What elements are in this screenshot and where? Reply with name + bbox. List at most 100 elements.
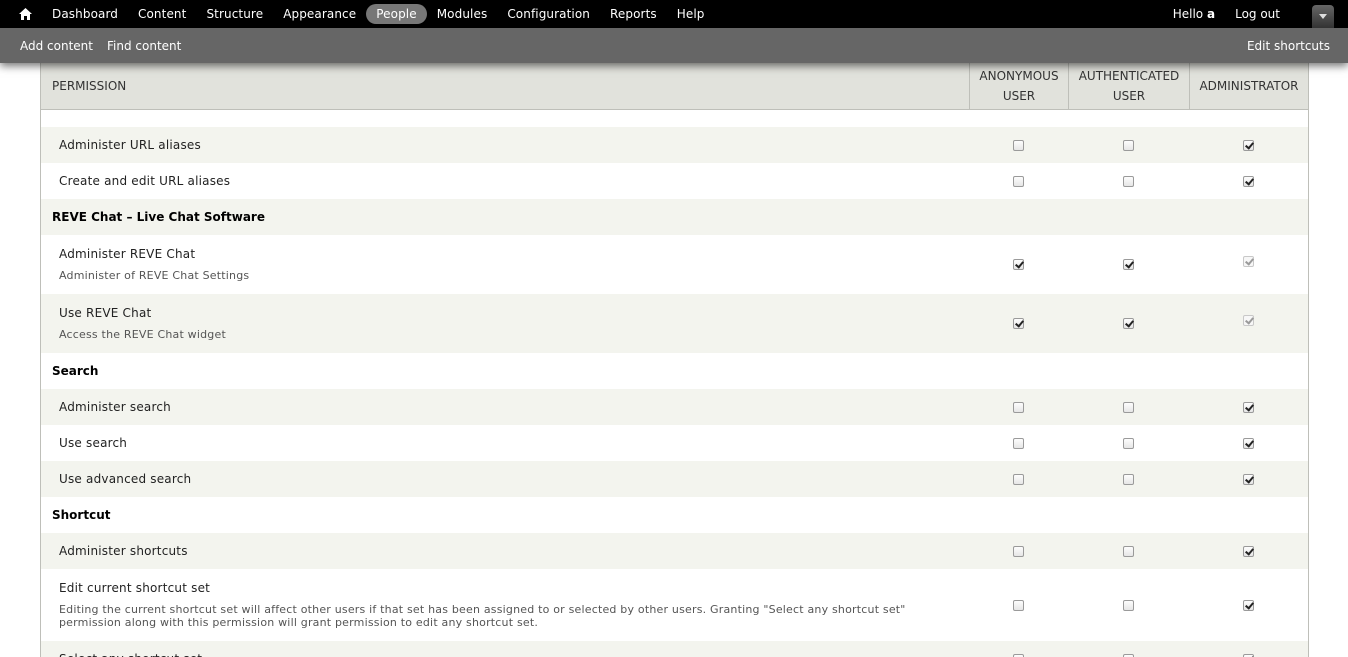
header-permission: PERMISSION (52, 79, 127, 93)
permission-cell: Use advanced search (41, 461, 969, 497)
authenticated-checkbox[interactable] (1123, 318, 1134, 329)
greeting-prefix: Hello (1172, 7, 1204, 21)
administrator-cell (1189, 235, 1308, 294)
shortcut-find-content[interactable]: Find content (100, 39, 188, 53)
header-anonymous-user: ANONYMOUS USER (969, 63, 1068, 109)
anonymous-checkbox[interactable] (1013, 259, 1024, 270)
permission-row: Administer REVE Chat Administer of REVE C… (41, 235, 1308, 294)
permission-title: Use search (59, 436, 128, 450)
administrator-checkbox[interactable] (1243, 653, 1254, 657)
permission-title: Administer shortcuts (59, 544, 188, 558)
permission-title: Use REVE Chat (59, 306, 152, 320)
shortcut-add-content[interactable]: Add content (13, 39, 100, 53)
permission-description: Administer of REVE Chat Settings (59, 269, 250, 282)
admin-toolbar: Dashboard Content Structure Appearance Peopl… (0, 0, 1348, 28)
administrator-checkbox (1243, 256, 1254, 267)
authenticated-cell (1068, 425, 1189, 461)
menu-appearance[interactable]: Appearance (273, 4, 366, 24)
permission-title: Administer search (59, 400, 171, 414)
toolbar-user-menu: Hello a Log out (1163, 0, 1312, 28)
permissions-table: PathAdminister URL aliasesCreate and edi… (40, 63, 1309, 657)
anonymous-cell (969, 461, 1068, 497)
module-row: Search (41, 353, 1308, 389)
administrator-checkbox[interactable] (1243, 545, 1254, 557)
administrator-checkbox[interactable] (1243, 473, 1254, 485)
edit-shortcuts-link[interactable]: Edit shortcuts (1247, 39, 1330, 53)
authenticated-checkbox[interactable] (1123, 437, 1134, 449)
chevron-down-icon (1319, 13, 1327, 19)
permission-row: Use REVE Chat Access the REVE Chat widget (41, 294, 1308, 353)
anonymous-cell (969, 533, 1068, 569)
anonymous-cell (969, 425, 1068, 461)
administrator-checkbox[interactable] (1243, 599, 1254, 611)
anonymous-checkbox[interactable] (1013, 401, 1024, 413)
authenticated-checkbox[interactable] (1123, 545, 1134, 557)
anonymous-checkbox[interactable] (1013, 473, 1024, 485)
permission-title: Select any shortcut set (59, 652, 969, 657)
permission-cell: Administer search (41, 389, 969, 425)
permission-description: Editing the current shortcut set will af… (59, 603, 906, 629)
authenticated-checkbox[interactable] (1123, 653, 1134, 657)
permission-cell: Administer REVE Chat Administer of REVE C… (41, 235, 969, 294)
module-name: Shortcut (52, 508, 111, 522)
module-row: Shortcut (41, 497, 1308, 533)
header-authenticated-user-label: AUTHENTICATED USER (1078, 69, 1180, 103)
anonymous-cell (969, 641, 1068, 657)
administrator-checkbox[interactable] (1243, 401, 1254, 413)
administrator-checkbox[interactable] (1243, 175, 1254, 187)
authenticated-checkbox[interactable] (1123, 259, 1134, 270)
anonymous-cell (969, 294, 1068, 353)
administrator-cell (1189, 389, 1308, 425)
menu-content[interactable]: Content (128, 4, 196, 24)
menu-modules[interactable]: Modules (427, 4, 498, 24)
menu-dashboard[interactable]: Dashboard (42, 4, 128, 24)
authenticated-cell (1068, 569, 1189, 641)
administrator-cell (1189, 425, 1308, 461)
home-link[interactable] (8, 0, 42, 28)
permission-title: Use advanced search (59, 472, 192, 486)
permission-row: Use search (41, 425, 1308, 461)
anonymous-cell (969, 163, 1068, 199)
permission-row: Administer URL aliases (41, 127, 1308, 163)
header-anonymous-user-label: ANONYMOUS USER (979, 69, 1059, 103)
permission-title: Create and edit URL aliases (59, 174, 231, 188)
anonymous-checkbox[interactable] (1013, 175, 1024, 187)
permission-row: Administer shortcuts (41, 533, 1308, 569)
authenticated-checkbox[interactable] (1123, 401, 1134, 413)
menu-reports[interactable]: Reports (600, 4, 667, 24)
authenticated-cell (1068, 163, 1189, 199)
permission-cell: Create and edit URL aliases (41, 163, 969, 199)
greeting: Hello a (1163, 7, 1225, 21)
shortcuts-bar: Add content Find content Edit shortcuts (0, 28, 1348, 63)
username-link[interactable]: a (1207, 7, 1215, 21)
anonymous-checkbox[interactable] (1013, 599, 1024, 611)
authenticated-checkbox[interactable] (1123, 139, 1134, 151)
administrator-cell (1189, 533, 1308, 569)
administrator-cell (1189, 163, 1308, 199)
administrator-checkbox[interactable] (1243, 437, 1254, 449)
authenticated-cell (1068, 127, 1189, 163)
anonymous-checkbox[interactable] (1013, 318, 1024, 329)
header-administrator: ADMINISTRATOR (1189, 63, 1308, 109)
anonymous-checkbox[interactable] (1013, 653, 1024, 657)
menu-people[interactable]: People (366, 4, 427, 24)
permission-title: Edit current shortcut set (59, 581, 211, 595)
shortcuts-toggle-button[interactable] (1312, 4, 1334, 28)
authenticated-checkbox[interactable] (1123, 599, 1134, 611)
menu-configuration[interactable]: Configuration (497, 4, 600, 24)
logout-link[interactable]: Log out (1225, 7, 1312, 21)
module-row: REVE Chat – Live Chat Software (41, 199, 1308, 235)
authenticated-checkbox[interactable] (1123, 175, 1134, 187)
anonymous-checkbox[interactable] (1013, 545, 1024, 557)
authenticated-cell (1068, 389, 1189, 425)
menu-structure[interactable]: Structure (196, 4, 273, 24)
anonymous-checkbox[interactable] (1013, 437, 1024, 449)
module-name: Search (52, 364, 99, 378)
menu-help[interactable]: Help (667, 4, 715, 24)
authenticated-checkbox[interactable] (1123, 473, 1134, 485)
permission-title: Administer URL aliases (59, 138, 201, 152)
administrator-checkbox[interactable] (1243, 139, 1254, 151)
anonymous-checkbox[interactable] (1013, 139, 1024, 151)
permission-description: Access the REVE Chat widget (59, 328, 226, 341)
authenticated-cell (1068, 294, 1189, 353)
